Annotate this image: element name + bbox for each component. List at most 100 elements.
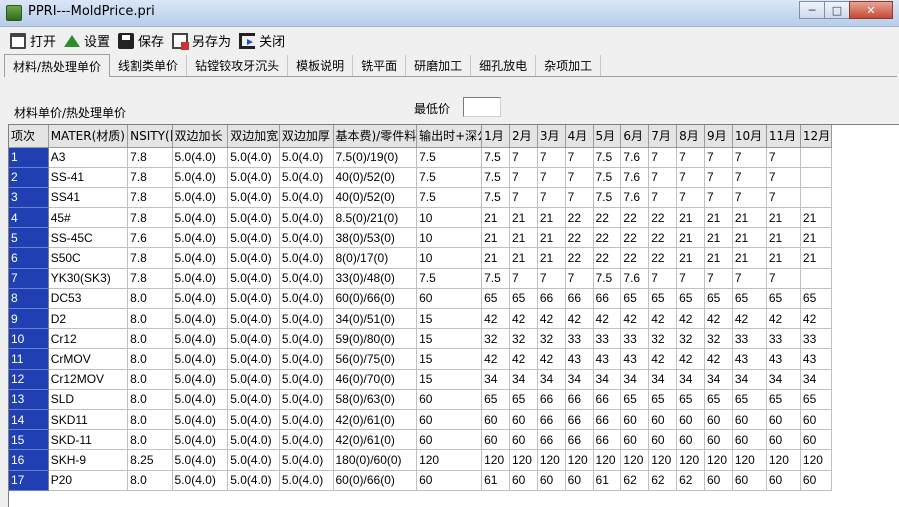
table-cell[interactable]: 65 <box>704 288 733 310</box>
table-cell[interactable]: 66 <box>565 429 594 451</box>
table-cell[interactable]: D2 <box>48 308 129 330</box>
table-cell[interactable]: 8(0)/17(0) <box>333 247 418 269</box>
table-cell[interactable]: YK30(SK3) <box>48 268 129 289</box>
column-header[interactable]: 1月 <box>481 125 510 148</box>
table-cell[interactable]: 7.5 <box>593 187 622 209</box>
table-cell[interactable]: 5.0(4.0) <box>279 369 334 390</box>
table-cell[interactable]: 21 <box>732 247 767 269</box>
table-cell[interactable]: 60 <box>648 429 678 451</box>
table-cell[interactable]: 5.0(4.0) <box>279 247 334 269</box>
table-cell[interactable]: 65 <box>704 389 733 410</box>
column-header[interactable]: MATER(材质) <box>48 125 129 148</box>
table-cell[interactable]: 5.0(4.0) <box>227 227 280 249</box>
table-cell[interactable]: 7.6 <box>620 147 650 168</box>
table-cell[interactable]: 8.0 <box>127 348 173 370</box>
table-cell[interactable]: 65 <box>648 389 678 410</box>
table-cell[interactable]: 22 <box>565 247 594 269</box>
table-cell[interactable]: 7.5 <box>593 147 622 168</box>
row-index-cell[interactable]: 12 <box>9 369 49 390</box>
row-index-cell[interactable]: 9 <box>9 308 49 330</box>
table-cell[interactable]: 60 <box>416 389 483 410</box>
table-cell[interactable]: 65 <box>481 389 510 410</box>
table-cell[interactable]: 34 <box>704 369 733 390</box>
table-cell[interactable]: 65 <box>732 288 767 310</box>
table-cell[interactable]: 42 <box>537 348 566 370</box>
table-cell[interactable]: 33 <box>565 328 594 350</box>
table-cell[interactable]: 60 <box>416 288 483 310</box>
row-index-cell[interactable]: 7 <box>9 268 49 289</box>
table-cell[interactable]: 60 <box>509 429 538 451</box>
table-row[interactable]: 7 YK30(SK3) 7.8 5.0(4.0) 5.0(4.0) 5.0(4.0) 33(… <box>9 268 833 289</box>
table-cell[interactable] <box>800 147 833 168</box>
table-cell[interactable]: 7 <box>648 147 678 168</box>
save-as-button[interactable]: 另存为 <box>172 31 231 50</box>
table-row[interactable]: 17 P20 8.0 5.0(4.0) 5.0(4.0) 5.0(4.0) 60(0)/66… <box>9 470 833 491</box>
table-cell[interactable]: 62 <box>648 470 678 491</box>
table-cell[interactable] <box>800 268 833 289</box>
table-cell[interactable]: 42 <box>648 308 678 330</box>
table-cell[interactable]: 22 <box>593 227 622 249</box>
table-cell[interactable]: S50C <box>48 247 129 269</box>
table-cell[interactable]: 34 <box>565 369 594 390</box>
tab-drilling[interactable]: 钻镗铰攻牙沉头 <box>187 55 289 76</box>
table-cell[interactable]: 42 <box>509 308 538 330</box>
table-cell[interactable]: 7 <box>537 187 566 209</box>
table-cell[interactable]: 60 <box>509 409 538 431</box>
table-cell[interactable]: 61 <box>481 470 510 491</box>
table-cell[interactable]: 7 <box>704 147 733 168</box>
table-cell[interactable]: 21 <box>800 207 833 229</box>
table-cell[interactable]: 56(0)/75(0) <box>333 348 418 370</box>
table-cell[interactable]: 7 <box>565 167 594 188</box>
table-cell[interactable]: 7 <box>509 167 538 188</box>
table-cell[interactable]: 15 <box>416 328 483 350</box>
table-cell[interactable]: 120 <box>416 449 483 471</box>
column-header[interactable]: 项次 <box>9 125 49 148</box>
table-cell[interactable] <box>800 167 833 188</box>
table-cell[interactable]: 120 <box>766 449 801 471</box>
table-cell[interactable]: 32 <box>648 328 678 350</box>
table-cell[interactable]: 5.0(4.0) <box>279 288 334 310</box>
table-cell[interactable]: 5.0(4.0) <box>227 389 280 410</box>
table-cell[interactable]: 60 <box>676 429 705 451</box>
column-header[interactable]: 8月 <box>676 125 705 148</box>
table-cell[interactable]: 42 <box>565 308 594 330</box>
table-cell[interactable]: 7.6 <box>620 187 650 209</box>
table-cell[interactable]: 33(0)/48(0) <box>333 268 418 289</box>
table-cell[interactable]: 33 <box>800 328 833 350</box>
table-cell[interactable]: 7 <box>509 147 538 168</box>
table-cell[interactable]: 5.0(4.0) <box>227 207 280 229</box>
table-cell[interactable]: 7.8 <box>127 187 173 209</box>
table-cell[interactable]: 15 <box>416 348 483 370</box>
table-cell[interactable]: 5.0(4.0) <box>279 449 334 471</box>
table-cell[interactable]: 5.0(4.0) <box>227 268 280 289</box>
table-cell[interactable]: 5.0(4.0) <box>172 247 229 269</box>
table-cell[interactable]: 7 <box>766 147 801 168</box>
table-row[interactable]: 5 SS-45C 7.6 5.0(4.0) 5.0(4.0) 5.0(4.0) 38(0)/… <box>9 227 833 249</box>
table-cell[interactable]: 7.5 <box>416 268 483 289</box>
table-cell[interactable]: 60 <box>416 409 483 431</box>
table-cell[interactable]: 60 <box>766 470 801 491</box>
table-cell[interactable]: 7.5 <box>481 167 510 188</box>
table-cell[interactable]: 33 <box>732 328 767 350</box>
table-cell[interactable]: 42 <box>676 308 705 330</box>
table-cell[interactable]: 65 <box>509 389 538 410</box>
table-cell[interactable]: 34 <box>481 369 510 390</box>
table-cell[interactable]: 66 <box>593 389 622 410</box>
table-cell[interactable]: SKD11 <box>48 409 129 431</box>
table-cell[interactable]: 7 <box>732 268 767 289</box>
table-cell[interactable]: 5.0(4.0) <box>279 227 334 249</box>
table-cell[interactable]: 42 <box>766 308 801 330</box>
column-header[interactable]: 7月 <box>648 125 678 148</box>
tab-misc[interactable]: 杂项加工 <box>536 55 602 76</box>
table-cell[interactable]: 5.0(4.0) <box>172 449 229 471</box>
table-row[interactable]: 13 SLD 8.0 5.0(4.0) 5.0(4.0) 5.0(4.0) 58(0)/63… <box>9 389 833 410</box>
table-cell[interactable]: 60 <box>766 409 801 431</box>
table-cell[interactable]: 66 <box>593 429 622 451</box>
table-cell[interactable]: SS-45C <box>48 227 129 249</box>
table-cell[interactable]: 7.5 <box>481 147 510 168</box>
table-cell[interactable]: 65 <box>800 288 833 310</box>
table-cell[interactable]: 60 <box>732 429 767 451</box>
table-cell[interactable]: 5.0(4.0) <box>227 449 280 471</box>
table-cell[interactable]: 10 <box>416 247 483 269</box>
table-cell[interactable]: 65 <box>648 288 678 310</box>
